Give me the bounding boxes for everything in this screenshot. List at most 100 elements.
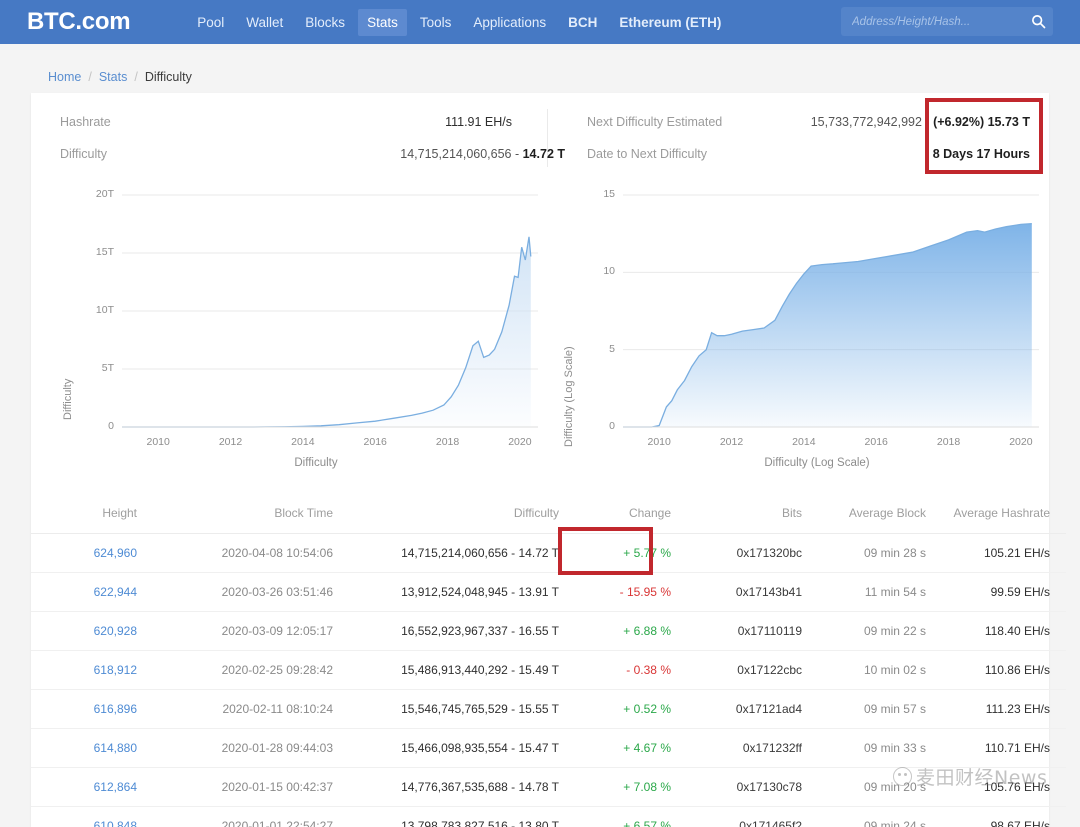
cell-bits-text: 0x17143b41 <box>736 585 802 599</box>
cell-height-text[interactable]: 616,896 <box>94 702 137 716</box>
nav-item-stats[interactable]: Stats <box>358 9 407 36</box>
cell-average-hashrate: 111.23 EH/s <box>936 690 1066 729</box>
table-row[interactable]: 612,8642020-01-15 00:42:3714,776,367,535… <box>31 768 1066 807</box>
cell-change-text: + 4.67 % <box>623 741 671 755</box>
search-input[interactable] <box>841 15 1023 29</box>
cell-change-text: + 7.08 % <box>623 780 671 794</box>
linear-plot <box>60 185 550 475</box>
stat-value-date-to-next: 8 Days 17 Hours <box>933 147 1030 161</box>
cell-height-text[interactable]: 614,880 <box>94 741 137 755</box>
cell-height-text[interactable]: 610,848 <box>94 819 137 827</box>
cell-change: + 0.52 % <box>581 690 701 729</box>
stat-value-next-difficulty: 15,733,772,942,992 - (+6.92%) 15.73 T <box>811 115 1030 129</box>
cell-average-hashrate-text: 110.71 EH/s <box>985 741 1050 755</box>
search-icon[interactable] <box>1023 7 1053 36</box>
brand-logo[interactable]: BTC.com <box>27 10 130 34</box>
table-header-row: HeightBlock TimeDifficultyChangeBitsAver… <box>31 497 1066 534</box>
table-header-average-hashrate[interactable]: Average Hashrate <box>936 497 1066 534</box>
cell-change-text: + 6.88 % <box>623 624 671 638</box>
cell-average-block-text: 09 min 24 s <box>864 819 926 827</box>
cell-bits-text: 0x17121ad4 <box>736 702 802 716</box>
nav-item-applications[interactable]: Applications <box>464 9 555 36</box>
breadcrumb-home[interactable]: Home <box>48 70 81 84</box>
cell-average-hashrate: 118.40 EH/s <box>936 612 1066 651</box>
table-header-change[interactable]: Change <box>581 497 701 534</box>
linear-xtick: 2014 <box>281 436 325 448</box>
table-row[interactable]: 614,880 2020-01-28 09:44:03 15,466,098,935… <box>31 729 1066 768</box>
cell-average-block: 09 min 28 s <box>816 534 936 573</box>
stat-value-next-difficulty-raw: 15,733,772,942,992 - <box>811 115 933 129</box>
log-xtick: 2010 <box>637 436 681 448</box>
cell-average-block-text: 09 min 28 s <box>864 546 926 560</box>
cell-block-time: 2020-04-08 10:54:06 <box>151 534 351 573</box>
table-row[interactable]: 622,9442020-03-26 03:51:4613,912,524,048… <box>31 573 1066 612</box>
stat-label-date-to-next: Date to Next Difficulty <box>587 147 707 161</box>
cell-height[interactable]: 616,896 <box>31 690 151 729</box>
cell-change: + 6.88 % <box>581 612 701 651</box>
cell-height[interactable]: 614,880 <box>31 729 151 768</box>
main-navigation: PoolWalletBlocksStatsToolsApplicationsBC… <box>186 0 732 44</box>
stat-value-date-to-next-text: 8 Days 17 Hours <box>933 147 1030 161</box>
cell-average-hashrate-text: 105.21 EH/s <box>984 546 1050 560</box>
nav-item-bch[interactable]: BCH <box>559 9 606 36</box>
chart-area-fill <box>623 224 1032 427</box>
page-root: BTC.com PoolWalletBlocksStatsToolsApplic… <box>0 0 1080 827</box>
nav-item-blocks[interactable]: Blocks <box>296 9 354 36</box>
cell-average-hashrate-text: 99.59 EH/s <box>991 585 1050 599</box>
stat-label-next-difficulty: Next Difficulty Estimated <box>587 115 722 129</box>
table-header-bits[interactable]: Bits <box>701 497 816 534</box>
cell-average-block: 09 min 24 s <box>816 807 936 827</box>
log-ytick: 10 <box>561 265 615 277</box>
table-header-average-block[interactable]: Average Block <box>816 497 936 534</box>
cell-average-block-text: 09 min 22 s <box>864 624 926 638</box>
nav-item-tools[interactable]: Tools <box>411 9 461 36</box>
cell-average-hashrate: 98.67 EH/s <box>936 807 1066 827</box>
table-row[interactable]: 618,9122020-02-25 09:28:4215,486,913,440… <box>31 651 1066 690</box>
cell-block-time-text: 2020-03-09 12:05:17 <box>222 624 333 638</box>
cell-height-text[interactable]: 622,944 <box>94 585 137 599</box>
cell-block-time-text: 2020-02-11 08:10:24 <box>222 702 333 716</box>
cell-height[interactable]: 624,960 <box>31 534 151 573</box>
cell-block-time-text: 2020-01-28 09:44:03 <box>222 741 333 755</box>
cell-height[interactable]: 612,864 <box>31 768 151 807</box>
breadcrumb-stats[interactable]: Stats <box>99 70 128 84</box>
cell-bits-text: 0x171465f2 <box>739 819 802 827</box>
cell-block-time: 2020-03-09 12:05:17 <box>151 612 351 651</box>
table-row[interactable]: 616,8962020-02-11 08:10:2415,546,745,765… <box>31 690 1066 729</box>
cell-height[interactable]: 620,928 <box>31 612 151 651</box>
cell-bits: 0x17143b41 <box>701 573 816 612</box>
cell-change-text: + 6.57 % <box>623 819 671 827</box>
table-header-difficulty[interactable]: Difficulty <box>351 497 581 534</box>
nav-item-ethereum-eth[interactable]: Ethereum (ETH) <box>610 9 730 36</box>
nav-item-pool[interactable]: Pool <box>188 9 233 36</box>
cell-height[interactable]: 610,848 <box>31 807 151 827</box>
log-xtick: 2014 <box>782 436 826 448</box>
table-row[interactable]: 624,9602020-04-08 10:54:0614,715,214,060… <box>31 534 1066 573</box>
log-ytick: 15 <box>561 188 615 200</box>
cell-difficulty: 13,798,783,827,516 - 13.80 T <box>351 807 581 827</box>
cell-height[interactable]: 618,912 <box>31 651 151 690</box>
linear-xtick: 2016 <box>353 436 397 448</box>
cell-difficulty: 13,912,524,048,945 - 13.91 T <box>351 573 581 612</box>
table-header-block-time[interactable]: Block Time <box>151 497 351 534</box>
cell-height-text[interactable]: 612,864 <box>94 780 137 794</box>
cell-height-text[interactable]: 618,912 <box>94 663 137 677</box>
nav-item-wallet[interactable]: Wallet <box>237 9 292 36</box>
chart-difficulty-linear: Difficulty 05T10T15T20T20102012201420162… <box>60 185 550 475</box>
linear-ytick: 15T <box>60 246 114 258</box>
cell-block-time: 2020-01-15 00:42:37 <box>151 768 351 807</box>
table-row[interactable]: 620,9282020-03-09 12:05:1716,552,923,967… <box>31 612 1066 651</box>
cell-average-hashrate-text: 110.86 EH/s <box>985 663 1050 677</box>
cell-height-text[interactable]: 620,928 <box>94 624 137 638</box>
search-box[interactable] <box>841 7 1053 36</box>
cell-bits: 0x171320bc <box>701 534 816 573</box>
cell-change: + 5.77 % <box>581 534 701 573</box>
stat-label-difficulty: Difficulty <box>60 147 107 161</box>
table-row[interactable]: 610,8482020-01-01 22:54:2713,798,783,827… <box>31 807 1066 827</box>
breadcrumb: Home / Stats / Difficulty <box>48 70 192 84</box>
cell-height-text[interactable]: 624,960 <box>94 546 137 560</box>
linear-xtick: 2010 <box>136 436 180 448</box>
cell-difficulty-text: 15,466,098,935,554 - 15.47 T <box>401 741 559 755</box>
cell-height[interactable]: 622,944 <box>31 573 151 612</box>
table-header-height[interactable]: Height <box>31 497 151 534</box>
